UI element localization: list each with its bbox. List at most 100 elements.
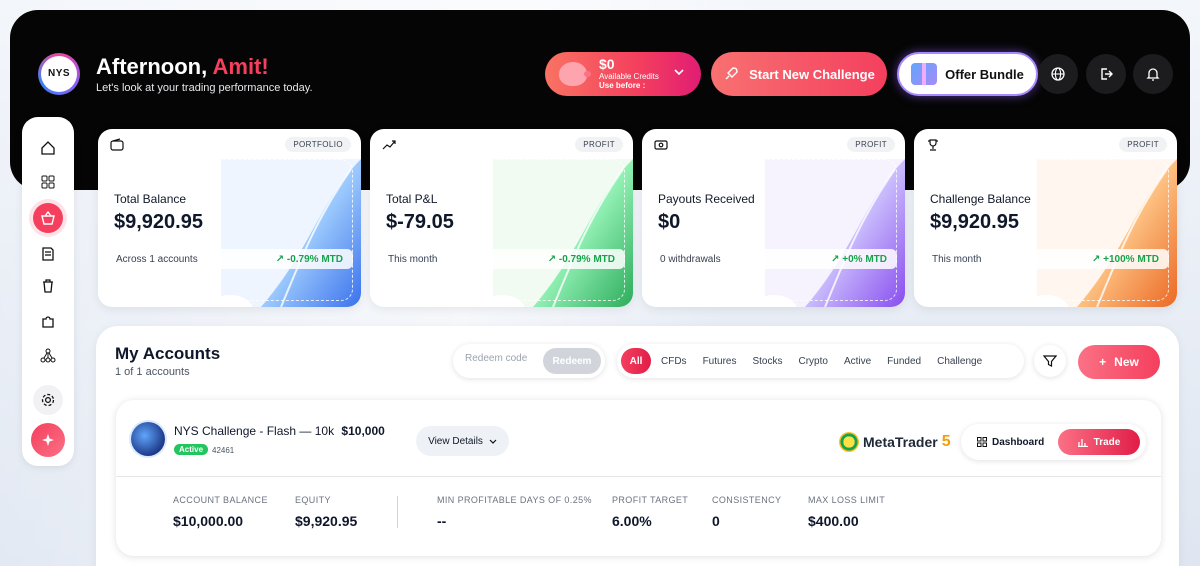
greeting-name: Amit! (212, 54, 269, 79)
card-trend: ↗ -0.79% MTD (276, 254, 343, 265)
card-panel (650, 159, 897, 301)
platform-name: MetaTrader (863, 434, 938, 450)
sidebar-item-home[interactable] (33, 133, 63, 163)
card-footer-label: 0 withdrawals (660, 253, 721, 265)
filter-tab-active[interactable]: Active (836, 348, 879, 374)
card-tag: PORTFOLIO (285, 137, 351, 152)
card-footer: This month ↗ -0.79% MTD (378, 249, 625, 269)
chevron-down-icon (674, 69, 684, 76)
card-footer: 0 withdrawals ↗ +0% MTD (650, 249, 897, 269)
start-new-challenge-label: Start New Challenge (749, 66, 875, 82)
greeting-prefix: Afternoon, (96, 54, 208, 79)
card-trend-value: -0.79% MTD (286, 253, 343, 265)
account-name-text: NYS Challenge - Flash — 10k (174, 424, 335, 438)
plus-icon: + (1099, 355, 1107, 369)
new-account-button[interactable]: + New (1078, 345, 1160, 379)
sidebar-item-settings[interactable] (33, 385, 63, 415)
filter-tab-challenge[interactable]: Challenge (929, 348, 990, 374)
wallet-icon (110, 138, 124, 151)
card-value: $-79.05 (386, 211, 454, 233)
stat-card-total-pnl[interactable]: PROFIT Total P&L $-79.05 This month ↗ -0… (370, 129, 633, 307)
platform-version: 5 (941, 433, 951, 450)
account-card: NYS Challenge - Flash — 10k $10,000 Acti… (116, 400, 1161, 556)
card-footer-label: Across 1 accounts (116, 253, 198, 265)
metric-label: EQUITY (295, 495, 331, 505)
metatrader-icon (839, 432, 859, 452)
filter-tab-cfds[interactable]: CFDs (653, 348, 695, 374)
logo-text: NYS (47, 68, 71, 79)
stat-card-total-balance[interactable]: PORTFOLIO Total Balance $9,920.95 Across… (98, 129, 361, 307)
divider (116, 476, 1161, 477)
trend-arrow-icon: ↗ (1091, 253, 1104, 265)
sidebar-item-documents[interactable] (33, 239, 63, 269)
card-footer-label: This month (932, 253, 982, 265)
card-footer: Across 1 accounts ↗ -0.79% MTD (106, 249, 353, 269)
account-avatar (131, 422, 165, 456)
sidebar-item-trash[interactable] (33, 271, 63, 301)
card-trend: ↗ -0.79% MTD (548, 254, 615, 265)
view-details-button[interactable]: View Details (416, 426, 509, 456)
card-value: $9,920.95 (114, 211, 203, 233)
filter-tab-crypto[interactable]: Crypto (790, 348, 835, 374)
sidebar-item-dashboard[interactable] (33, 167, 63, 197)
language-button[interactable] (1038, 54, 1078, 94)
sidebar-item-quick-action[interactable] (31, 423, 65, 457)
metric-label: CONSISTENCY (712, 495, 782, 505)
filter-tab-all[interactable]: All (621, 348, 651, 374)
funnel-icon (1043, 355, 1057, 367)
card-trend-value: +0% MTD (842, 253, 887, 265)
available-credits-button[interactable]: $0 Available Credits Use before : (545, 52, 701, 96)
greeting-title: Afternoon, Amit! (96, 54, 269, 80)
piggy-bank-icon (559, 62, 591, 86)
dashboard-label: Dashboard (992, 436, 1045, 448)
filter-tab-futures[interactable]: Futures (695, 348, 745, 374)
redeem-code-input[interactable] (465, 353, 535, 364)
brand-logo[interactable]: NYS (38, 53, 80, 95)
trade-button[interactable]: Trade (1058, 429, 1140, 455)
metric-profit-target: PROFIT TARGET 6.00% (612, 495, 688, 529)
section-title: My Accounts (115, 344, 221, 363)
card-trend: ↗ +0% MTD (831, 254, 887, 265)
filter-tab-stocks[interactable]: Stocks (744, 348, 790, 374)
filter-button[interactable] (1034, 345, 1066, 377)
sidebar-nav (22, 117, 74, 466)
bar-chart-icon (1077, 439, 1088, 447)
grid-icon (977, 437, 987, 447)
start-new-challenge-button[interactable]: Start New Challenge (711, 52, 887, 96)
account-name: NYS Challenge - Flash — 10k $10,000 (174, 424, 385, 438)
document-icon (42, 247, 54, 261)
sidebar-item-affiliate[interactable] (33, 307, 63, 337)
metric-label: ACCOUNT BALANCE (173, 495, 268, 505)
greeting-subtitle: Let's look at your trading performance t… (96, 82, 313, 94)
view-details-label: View Details (428, 435, 483, 447)
puzzle-icon (42, 316, 54, 328)
trend-arrow-icon: ↗ (275, 253, 287, 265)
sidebar-item-accounts[interactable] (33, 203, 63, 233)
metric-max-loss-limit: MAX LOSS LIMIT $400.00 (808, 495, 885, 529)
credits-amount: $0 (599, 56, 615, 72)
metric-value: $10,000.00 (173, 513, 244, 529)
metric-value: $400.00 (808, 513, 859, 529)
offer-bundle-button[interactable]: Offer Bundle (897, 52, 1038, 96)
metric-separator (397, 496, 398, 528)
sidebar-item-network[interactable] (33, 341, 63, 371)
offer-bundle-label: Offer Bundle (945, 66, 1024, 82)
notifications-button[interactable] (1133, 54, 1173, 94)
card-trend-value: +100% MTD (1103, 253, 1159, 265)
filter-tab-funded[interactable]: Funded (879, 348, 929, 374)
redeem-button[interactable]: Redeem (543, 348, 601, 374)
trade-label: Trade (1093, 436, 1121, 448)
logout-button[interactable] (1086, 54, 1126, 94)
new-account-label: New (1114, 355, 1139, 369)
network-icon (40, 348, 56, 363)
account-id: 42461 (212, 446, 235, 455)
card-value: $9,920.95 (930, 211, 1019, 233)
sparkle-icon (42, 434, 54, 446)
stat-card-payouts-received[interactable]: PROFIT Payouts Received $0 0 withdrawals… (642, 129, 905, 307)
chevron-down-icon (489, 439, 497, 444)
metric-min-profitable-days: MIN PROFITABLE DAYS OF 0.25% -- (437, 495, 592, 529)
card-trend-value: -0.79% MTD (558, 253, 615, 265)
grid-icon (41, 175, 55, 189)
dashboard-button[interactable]: Dashboard (971, 430, 1050, 454)
stat-card-challenge-balance[interactable]: PROFIT Challenge Balance $9,920.95 This … (914, 129, 1177, 307)
